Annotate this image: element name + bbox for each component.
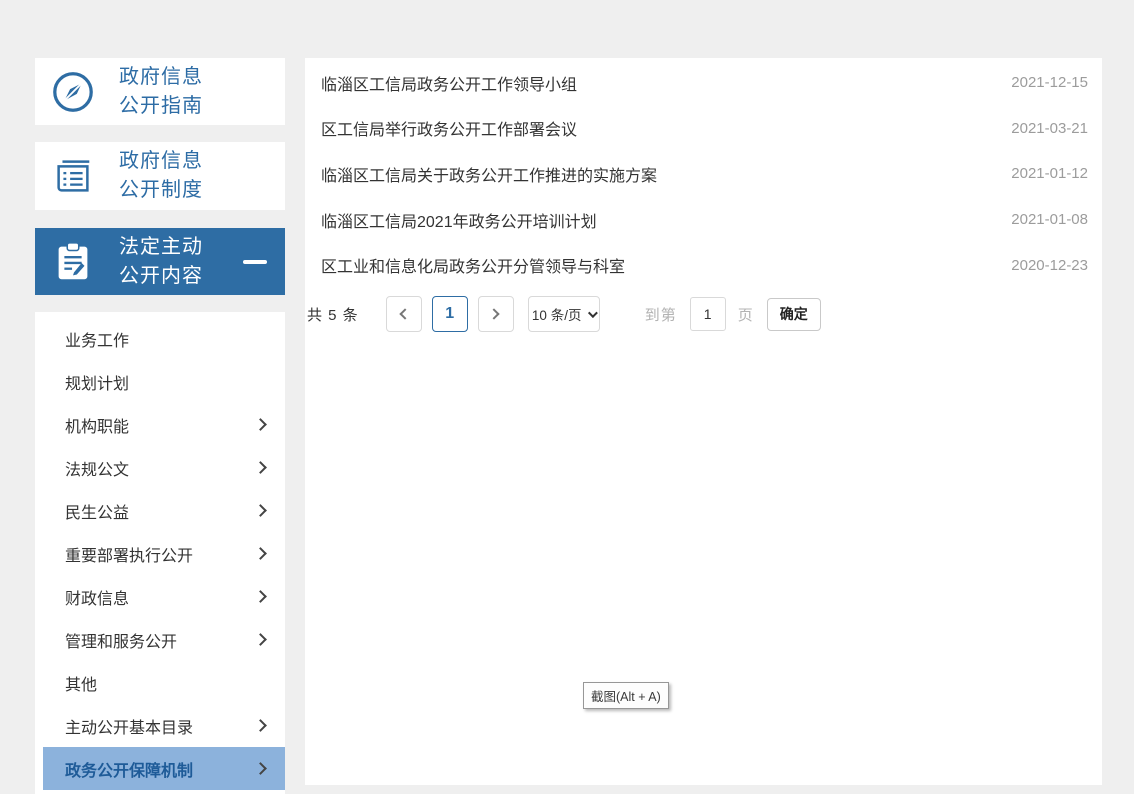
article-link[interactable]: 区工业和信息化局政务公开分管领导与科室 [321,253,625,277]
submenu-item-label: 其他 [65,671,97,695]
card-label-line2: 公开内容 [119,265,203,287]
sidebar-submenu: 业务工作 规划计划 机构职能 法规公文 民生公益 重要部署执行公开 财政信息 管… [35,312,285,794]
confirm-button[interactable]: 确定 [767,298,821,331]
submenu-item-public-welfare[interactable]: 民生公益 [35,489,285,532]
sidebar-card-gov-info-guide[interactable]: 政府信息 公开指南 [35,58,285,125]
submenu-item-label: 规划计划 [65,370,129,394]
submenu-item-label: 民生公益 [65,499,129,523]
next-page-button[interactable] [478,296,514,332]
sidebar-card-gov-info-system[interactable]: 政府信息 公开制度 [35,142,285,210]
card-label-line1: 政府信息 [119,66,203,88]
article-date: 2021-12-15 [1011,74,1088,91]
chevron-left-icon [400,308,411,319]
submenu-item-label: 法规公文 [65,456,129,480]
submenu-item-basic-catalog[interactable]: 主动公开基本目录 [35,704,285,747]
sidebar-card-label: 政府信息 公开制度 [119,147,203,205]
screenshot-tooltip: 截图(Alt + A) [583,682,669,709]
submenu-item-label: 政务公开保障机制 [65,757,193,781]
article-date: 2021-01-08 [1011,211,1088,228]
submenu-item-business-work[interactable]: 业务工作 [35,317,285,360]
submenu-item-fiscal-info[interactable]: 财政信息 [35,575,285,618]
submenu-item-management-services[interactable]: 管理和服务公开 [35,618,285,661]
article-date: 2021-03-21 [1011,120,1088,137]
pagination-bar: 共 5 条 1 10 条/页 到第 页 确定 [305,296,1102,332]
submenu-item-label: 业务工作 [65,327,129,351]
submenu-item-org-functions[interactable]: 机构职能 [35,403,285,446]
article-row: 区工业和信息化局政务公开分管领导与科室 2020-12-23 [305,242,1102,288]
submenu-item-regulations[interactable]: 法规公文 [35,446,285,489]
article-link[interactable]: 临淄区工信局政务公开工作领导小组 [321,71,577,95]
chevron-right-icon [254,633,267,646]
article-list: 临淄区工信局政务公开工作领导小组 2021-12-15 区工信局举行政务公开工作… [305,58,1102,288]
clipboard-pen-icon [49,238,97,286]
main-content: 临淄区工信局政务公开工作领导小组 2021-12-15 区工信局举行政务公开工作… [305,58,1102,785]
submenu-item-label: 机构职能 [65,413,129,437]
submenu-item-label: 主动公开基本目录 [65,714,193,738]
article-row: 临淄区工信局2021年政务公开培训计划 2021-01-08 [305,197,1102,243]
chevron-right-icon [254,590,267,603]
article-row: 临淄区工信局政务公开工作领导小组 2021-12-15 [305,60,1102,106]
submenu-item-label: 财政信息 [65,585,129,609]
compass-icon [49,68,97,116]
card-label-line2: 公开指南 [119,95,203,117]
chevron-right-icon [254,719,267,732]
submenu-item-label: 重要部署执行公开 [65,542,193,566]
page-size-select[interactable]: 10 条/页 [528,296,600,332]
card-label-line1: 法定主动 [119,236,203,258]
page-size-label: 10 条/页 [532,304,582,324]
card-label-line2: 公开制度 [119,179,203,201]
goto-page-suffix: 页 [738,304,753,325]
sidebar-card-statutory-disclosure[interactable]: 法定主动 公开内容 [35,228,285,295]
article-date: 2021-01-12 [1011,165,1088,182]
notebook-icon [49,152,97,200]
sidebar-card-label: 法定主动 公开内容 [119,233,203,291]
chevron-right-icon [254,418,267,431]
chevron-down-icon [588,308,598,318]
prev-page-button[interactable] [386,296,422,332]
article-link[interactable]: 区工信局举行政务公开工作部署会议 [321,116,577,140]
article-link[interactable]: 临淄区工信局2021年政务公开培训计划 [321,208,597,232]
submenu-item-label: 管理和服务公开 [65,628,177,652]
pagination-total: 共 5 条 [307,304,359,325]
submenu-item-other[interactable]: 其他 [35,661,285,704]
sidebar-card-label: 政府信息 公开指南 [119,63,203,121]
submenu-item-disclosure-safeguard[interactable]: 政务公开保障机制 [43,747,285,790]
chevron-right-icon [254,504,267,517]
card-label-line1: 政府信息 [119,150,203,172]
sidebar: 政府信息 公开指南 政府信息 公开制度 [35,58,285,794]
minus-icon [243,260,267,264]
chevron-right-icon [254,762,267,775]
page-number-button[interactable]: 1 [432,296,468,332]
article-date: 2020-12-23 [1011,257,1088,274]
goto-page-input[interactable] [690,297,726,331]
chevron-right-icon [254,461,267,474]
submenu-item-planning[interactable]: 规划计划 [35,360,285,403]
submenu-item-key-deployments[interactable]: 重要部署执行公开 [35,532,285,575]
chevron-right-icon [254,547,267,560]
article-link[interactable]: 临淄区工信局关于政务公开工作推进的实施方案 [321,162,657,186]
article-row: 临淄区工信局关于政务公开工作推进的实施方案 2021-01-12 [305,151,1102,197]
article-row: 区工信局举行政务公开工作部署会议 2021-03-21 [305,106,1102,152]
chevron-right-icon [489,308,500,319]
goto-page-prefix: 到第 [645,304,677,325]
